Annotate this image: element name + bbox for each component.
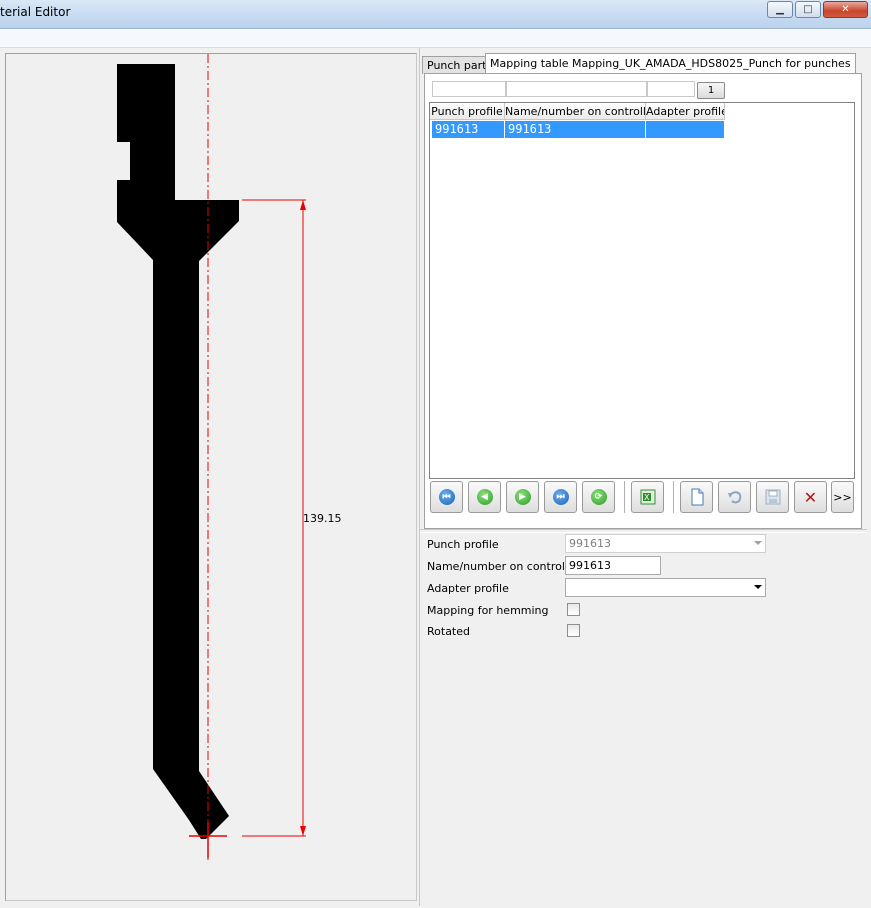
minimize-icon: ▁ <box>776 4 784 15</box>
previous-record-button[interactable]: ◀ <box>468 481 501 513</box>
title-bar: terial Editor ▁ □ ✕ <box>0 0 871 29</box>
column-header-adapter-profile[interactable]: Adapter profile <box>646 103 725 120</box>
delete-button[interactable]: ✕ <box>794 481 827 513</box>
new-record-icon <box>691 488 703 506</box>
filter-adapter-input[interactable] <box>647 81 695 97</box>
label-name-on-controller: Name/number on controller <box>427 560 580 573</box>
chevron-down-icon <box>754 541 762 545</box>
undo-button[interactable] <box>718 481 751 513</box>
minimize-button[interactable]: ▁ <box>767 1 793 18</box>
page-number-button[interactable]: 1 <box>697 82 725 99</box>
cell-adapter-profile[interactable] <box>646 121 725 138</box>
more-button[interactable]: >> <box>831 481 854 513</box>
save-button[interactable] <box>756 481 789 513</box>
filter-name-input[interactable] <box>506 81 647 97</box>
export-excel-button[interactable]: X <box>631 481 664 513</box>
panel-divider <box>420 529 867 533</box>
undo-icon <box>727 491 741 504</box>
name-on-controller-input[interactable]: 991613 <box>565 556 661 575</box>
filter-punch-profile-input[interactable] <box>432 81 506 97</box>
first-record-button[interactable]: ⏮ <box>430 481 463 513</box>
cell-name-on-controller[interactable]: 991613 <box>505 121 646 138</box>
mapping-panel: Punch parts Mapping table Mapping_UK_AMA… <box>419 48 867 906</box>
punch-profile-drawing <box>117 54 306 860</box>
svg-text:X: X <box>644 493 650 502</box>
previous-record-icon: ◀ <box>476 489 493 505</box>
punch-profile-select[interactable]: 991613 <box>565 534 766 553</box>
more-icon: >> <box>833 490 852 504</box>
label-rotated: Rotated <box>427 625 470 638</box>
mapping-for-hemming-checkbox[interactable] <box>567 603 580 616</box>
mapping-tab-page: 1 Punch profile Name/number on controlle… <box>424 73 862 529</box>
refresh-button[interactable]: ⟳ <box>582 481 615 513</box>
punch-shape <box>117 64 239 839</box>
tab-mapping-table[interactable]: Mapping table Mapping_UK_AMADA_HDS8025_P… <box>485 53 856 74</box>
first-record-icon: ⏮ <box>438 489 455 505</box>
next-record-button[interactable]: ▶ <box>506 481 539 513</box>
adapter-profile-select[interactable] <box>565 578 766 597</box>
mapping-table: Punch profile Name/number on controller … <box>429 102 855 479</box>
new-record-button[interactable] <box>680 481 713 513</box>
toolbar-separator <box>673 481 674 513</box>
refresh-icon: ⟳ <box>590 489 607 505</box>
next-record-icon: ▶ <box>514 489 531 505</box>
punch-profile-value: 991613 <box>569 537 611 550</box>
name-on-controller-value: 991613 <box>569 559 611 572</box>
delete-icon: ✕ <box>803 487 818 507</box>
close-button[interactable]: ✕ <box>823 1 868 18</box>
export-excel-icon: X <box>640 489 655 505</box>
rotated-checkbox[interactable] <box>567 624 580 637</box>
column-header-punch-profile[interactable]: Punch profile <box>430 103 505 120</box>
dimension-label: 139.15 <box>303 512 342 525</box>
label-punch-profile: Punch profile <box>427 538 499 551</box>
dimension-arrow-top <box>300 200 306 210</box>
save-icon <box>765 489 780 505</box>
chevron-down-icon <box>754 585 762 589</box>
close-icon: ✕ <box>841 4 850 15</box>
column-header-name-on-controller[interactable]: Name/number on controller <box>505 103 646 120</box>
label-adapter-profile: Adapter profile <box>427 582 509 595</box>
last-record-icon: ⏭ <box>552 489 569 505</box>
cell-punch-profile[interactable]: 991613 <box>432 121 505 138</box>
label-mapping-for-hemming: Mapping for hemming <box>427 604 549 617</box>
last-record-button[interactable]: ⏭ <box>544 481 577 513</box>
dimension-arrow-bottom <box>300 826 306 836</box>
maximize-icon: □ <box>803 4 813 15</box>
maximize-button[interactable]: □ <box>795 1 821 18</box>
menu-bar <box>0 29 871 48</box>
window-title: terial Editor <box>0 5 71 19</box>
profile-drawing-canvas[interactable]: 139.15 <box>5 53 417 901</box>
toolbar-separator <box>624 481 625 513</box>
